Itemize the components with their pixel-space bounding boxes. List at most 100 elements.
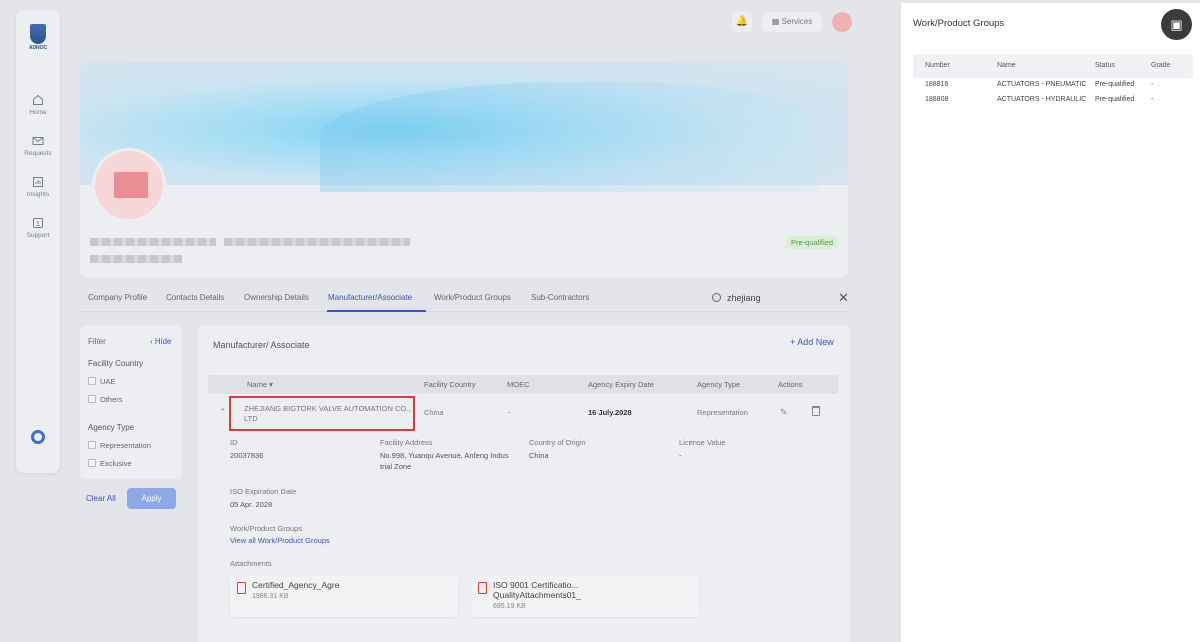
apply-button[interactable]: Apply xyxy=(127,488,176,509)
panel-title: Work/Product Groups xyxy=(913,18,1005,29)
company-name-redacted xyxy=(90,238,216,246)
services-button[interactable]: ▦ Services xyxy=(762,12,822,32)
nav-item-insights[interactable]: Insights xyxy=(16,176,60,198)
tab-company-profile[interactable]: Company Profile xyxy=(88,293,147,302)
company-name-redacted-2 xyxy=(224,238,410,246)
delete-icon[interactable] xyxy=(812,406,820,416)
chart-icon xyxy=(33,177,43,187)
group-number: 188816 xyxy=(925,81,949,88)
chevron-left-icon: ‹ xyxy=(150,337,153,346)
attachment-size: 695.19 KB xyxy=(493,603,526,610)
assistant-icon[interactable] xyxy=(31,430,45,444)
group-grade: - xyxy=(1151,81,1154,88)
search-icon xyxy=(712,293,721,302)
column-header-expiry: Agency Expiry Date xyxy=(588,380,654,389)
chevron-up-icon[interactable]: ⌃ xyxy=(219,407,227,418)
group-name: ACTUATORS - PNEUMATIC xyxy=(997,81,1087,88)
checkbox-representation[interactable] xyxy=(88,441,96,449)
checkbox-others[interactable] xyxy=(88,395,96,403)
filter-option-exclusive[interactable]: Exclusive xyxy=(88,459,132,468)
attachment-name: ISO 9001 Certificatio... QualityAttachme… xyxy=(493,580,581,600)
adnoc-logo[interactable]: ADNOC xyxy=(26,24,50,51)
manufacturer-card: Manufacturer/ Associate + Add New Name ▾… xyxy=(198,325,850,642)
agency-type-heading: Agency Type xyxy=(88,423,135,432)
group-grade: - xyxy=(1151,96,1154,103)
iso-expiration-value: 05 Apr. 2028 xyxy=(230,500,273,509)
column-header-country: Facility Country xyxy=(424,380,476,389)
agency-type-cell: Representation xyxy=(697,408,748,417)
grid-icon: ▦ xyxy=(771,17,780,26)
company-profile-card: Pre-qualified xyxy=(80,62,848,277)
group-name: ACTUATORS - HYDRAULIC xyxy=(997,96,1087,103)
pdf-file-icon xyxy=(478,582,487,594)
search-field[interactable]: zhejiang xyxy=(712,293,761,303)
group-status: Pre-qualified xyxy=(1095,96,1135,103)
column-header-agency-type: Agency Type xyxy=(697,380,741,389)
nav-label-insights: Insights xyxy=(26,191,50,198)
company-logo xyxy=(92,148,166,222)
tab-work-product-groups[interactable]: Work/Product Groups xyxy=(434,293,511,302)
section-title: Manufacturer/ Associate xyxy=(213,340,310,350)
search-input[interactable]: zhejiang xyxy=(727,293,761,303)
services-label: Services xyxy=(781,17,813,26)
nav-item-support[interactable]: Support xyxy=(16,217,60,239)
notification-bell-icon[interactable]: 🔔 xyxy=(732,12,752,32)
pdf-file-icon xyxy=(237,582,246,594)
panel-column-number: Number xyxy=(925,62,950,69)
view-all-groups-link[interactable]: View all Work/Product Groups xyxy=(230,536,330,545)
logo-text: ADNOC xyxy=(28,45,48,51)
plus-icon: + xyxy=(790,337,796,347)
country-origin-label: Country of Origin xyxy=(529,438,586,447)
tab-contacts-details[interactable]: Contacts Details xyxy=(166,293,224,302)
filter-option-others[interactable]: Others xyxy=(88,395,123,404)
filter-panel: Filter ‹ Hide Facility Country UAE Other… xyxy=(80,325,182,479)
column-header-moec: MOEC xyxy=(507,380,530,389)
edit-icon[interactable]: ✎ xyxy=(780,407,788,418)
filter-option-uae[interactable]: UAE xyxy=(88,377,115,386)
hide-label: Hide xyxy=(154,337,172,346)
filter-option-label: UAE xyxy=(100,377,116,386)
attachment-card[interactable]: ISO 9001 Certificatio... QualityAttachme… xyxy=(471,575,699,617)
add-new-button[interactable]: + Add New xyxy=(790,337,834,347)
add-new-label: Add New xyxy=(797,337,834,347)
status-badge: Pre-qualified xyxy=(786,236,839,249)
clear-search-icon[interactable]: ✕ xyxy=(838,290,849,306)
company-subtitle-redacted xyxy=(90,255,182,263)
tab-ownership-details[interactable]: Ownership Details xyxy=(244,293,309,302)
checkbox-exclusive[interactable] xyxy=(88,459,96,467)
tab-sub-contractors[interactable]: Sub-Contractors xyxy=(531,293,589,302)
column-header-actions: Actions xyxy=(778,380,803,389)
nav-label-home: Home xyxy=(29,109,47,116)
column-name-label: Name xyxy=(247,380,268,389)
sort-icon: ▾ xyxy=(269,380,273,389)
checkbox-uae[interactable] xyxy=(88,377,96,385)
filter-option-representation[interactable]: Representation xyxy=(88,441,151,450)
close-panel-icon[interactable]: ▣ xyxy=(1161,9,1192,40)
clear-all-button[interactable]: Clear All xyxy=(86,494,116,503)
attachment-name: Certified_Agency_Agre xyxy=(252,580,340,590)
profile-banner xyxy=(80,62,848,192)
mail-icon xyxy=(32,137,44,145)
filter-option-label: Exclusive xyxy=(100,459,132,468)
expiry-cell: 16 July.2028 xyxy=(588,408,632,417)
country-origin-value: China xyxy=(529,451,549,460)
table-header: Name ▾ Facility Country MOEC Agency Expi… xyxy=(208,375,838,394)
attachments-label: Attachments xyxy=(230,559,272,568)
tab-manufacturer-associate[interactable]: Manufacturer/Associate xyxy=(328,293,412,302)
work-product-groups-label: Work/Product Groups xyxy=(230,524,302,533)
filter-title: Filter xyxy=(88,337,106,346)
column-header-name[interactable]: Name ▾ xyxy=(247,380,273,389)
nav-item-requests[interactable]: Requests xyxy=(16,135,60,157)
nav-item-home[interactable]: Home xyxy=(16,94,60,116)
id-label: ID xyxy=(230,438,238,447)
adnoc-logo-mark-icon xyxy=(30,24,46,44)
left-nav: ADNOC Home Requests Insights Support xyxy=(16,10,60,473)
facility-country-cell: China xyxy=(424,408,444,417)
hide-filter-link[interactable]: ‹ Hide xyxy=(150,337,171,346)
nav-label-support: Support xyxy=(26,232,50,239)
user-avatar[interactable] xyxy=(832,12,852,32)
highlighted-row-box xyxy=(229,396,415,431)
moec-cell: - xyxy=(508,408,511,417)
filter-option-label: Representation xyxy=(100,441,151,450)
attachment-card[interactable]: Certified_Agency_Agre 1986.31 KB xyxy=(230,575,458,617)
